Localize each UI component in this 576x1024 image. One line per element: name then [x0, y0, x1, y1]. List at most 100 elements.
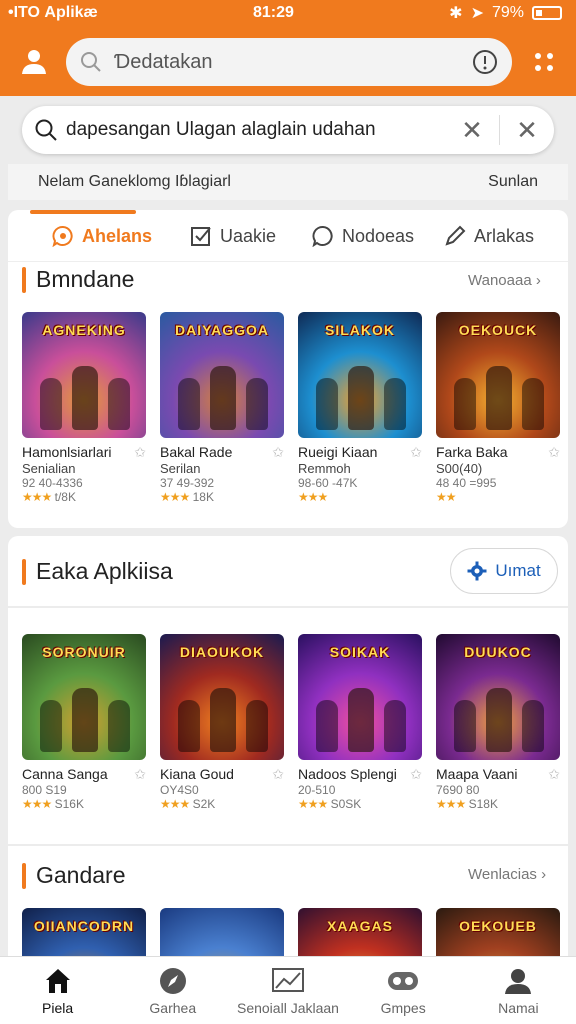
favorite-icon[interactable]: ✩: [410, 444, 422, 461]
app-tile[interactable]: DIAOUKOK Kiana Goud ✩ OY4S0 ★★★ S2K: [160, 634, 284, 811]
art-title: DUUKOC: [464, 644, 532, 660]
app-tile[interactable]: AGNEKING Hamonlsiarlari ✩ Senialian 92 40…: [22, 312, 146, 504]
art-figure: [178, 378, 200, 430]
app-artwork: AGNEKING: [22, 312, 146, 438]
suggestion-text[interactable]: Nelam Ganeklomg Iɓlagiarl: [38, 173, 231, 191]
app-rating: ★★: [436, 490, 560, 504]
tab-uaakie[interactable]: Uaakie: [190, 210, 276, 262]
clear-icon[interactable]: ✕: [457, 115, 487, 145]
app-name-row: Kiana Goud ✩: [160, 766, 284, 783]
favorite-icon[interactable]: ✩: [410, 766, 422, 783]
art-figure: [348, 366, 374, 430]
art-figure: [178, 700, 200, 752]
app-meta: 7690 80: [436, 783, 480, 797]
battery-icon: [532, 6, 562, 20]
app-name-row: Bakal Rade ✩: [160, 444, 284, 461]
section-header-card: Eaka Aplkiisa Uımat: [8, 536, 568, 606]
app-tile[interactable]: SOIKAK Nadoos Splengi ✩ 20-510 ★★★ S0SK: [298, 634, 422, 811]
art-figure: [522, 378, 544, 430]
user-button[interactable]: [16, 44, 52, 80]
art-figure: [72, 688, 98, 752]
app-rating: ★★★ S16K: [22, 797, 146, 811]
app-name: Canna Sanga: [22, 766, 108, 782]
app-artwork: SILAKOK: [298, 312, 422, 438]
nav-gmpes[interactable]: Gmpes: [346, 957, 461, 1024]
app-search-bar[interactable]: Ɗedatakan: [66, 38, 512, 86]
pencil-icon: [445, 225, 466, 246]
app-tile[interactable]: OEKOUCK Farka Baka ✩ S00(40) 48 40 =995 ★…: [436, 312, 560, 504]
tab-arlakas[interactable]: Arlakas: [444, 210, 534, 262]
app-tile[interactable]: DAIYAGGOA Bakal Rade ✩ Serilan 37 49-392 …: [160, 312, 284, 504]
art-figure: [210, 366, 236, 430]
see-all-link[interactable]: Wanoaaa ›: [468, 272, 541, 289]
app-tile[interactable]: SORONUIR Canna Sanga ✩ 800 S19 ★★★ S16K: [22, 634, 146, 811]
app-name-row: Farka Baka ✩: [436, 444, 560, 461]
app-tile[interactable]: OEKOUEB: [436, 908, 560, 956]
alert-circle-icon[interactable]: [472, 49, 498, 75]
nav-garhea[interactable]: Garhea: [115, 957, 230, 1024]
app-artwork: DIAOUKOK: [160, 634, 284, 760]
search-input[interactable]: dapesangan Ulagan alaglain udahan ✕ ✕: [22, 106, 554, 154]
app-rating: ★★★ 18K: [160, 490, 284, 504]
user-icon: [22, 50, 46, 74]
home-icon: [45, 969, 70, 993]
app-tile[interactable]: OIIANCODRN: [22, 908, 146, 956]
app-rating: ★★★ S0SK: [298, 797, 422, 811]
app-tile[interactable]: XAAGAS: [298, 908, 422, 956]
rating-stars: ★★★: [22, 797, 52, 811]
app-meta: 800 S19: [22, 783, 67, 797]
see-all-link[interactable]: Wenlacias ›: [468, 866, 546, 883]
rating-stars: ★★★: [22, 490, 52, 504]
app-tile[interactable]: [160, 908, 284, 956]
section-accent-bar: [22, 266, 26, 293]
nav-label: Senoiall Jaklaan: [236, 1000, 339, 1016]
rating-stars: ★★: [436, 490, 456, 504]
app-tile[interactable]: DUUKOC Maapa Vaani ✩ 7690 80 ★★★ S18K: [436, 634, 560, 811]
art-figure: [454, 700, 476, 752]
section-title-text: Gandare: [36, 862, 126, 888]
image-frame-icon: [271, 968, 304, 992]
gamepad-icon: [388, 972, 419, 990]
art-figure: [348, 688, 374, 752]
nav-senoiall[interactable]: Senoiall Jaklaan: [230, 957, 345, 1024]
tab-nodoeas[interactable]: Nodoeas: [312, 210, 414, 262]
favorite-icon[interactable]: ✩: [272, 444, 284, 461]
rating-stars: ★★★: [160, 797, 190, 811]
app-name-row: Hamonlsiarlari ✩: [22, 444, 146, 461]
favorite-icon[interactable]: ✩: [272, 766, 284, 783]
favorite-icon[interactable]: ✩: [548, 766, 560, 783]
favorite-icon[interactable]: ✩: [548, 444, 560, 461]
art-title: DIAOUKOK: [179, 644, 265, 660]
section-title: Gandare: [22, 862, 126, 889]
status-bar: •ΙΤΟ Aplikæ 81:29 ✱ ➤ 79%: [0, 0, 576, 26]
suggestion-action[interactable]: Sunlan: [488, 173, 538, 191]
tab-label: Nodoeas: [342, 225, 415, 246]
art-figure: [316, 378, 338, 430]
nav-profile[interactable]: Namai: [461, 957, 576, 1024]
art-figure: [210, 688, 236, 752]
nav-home[interactable]: Piela: [0, 957, 115, 1024]
app-name: Bakal Rade: [160, 444, 233, 460]
favorite-icon[interactable]: ✩: [134, 766, 146, 783]
chat-icon: [52, 226, 73, 247]
chat-bubble-icon: [312, 226, 333, 247]
app-search-placeholder: Ɗedatakan: [114, 50, 213, 73]
favorite-icon[interactable]: ✩: [134, 444, 146, 461]
app-meta: 98-60 -47K: [298, 476, 358, 490]
lihat-button[interactable]: Uımat: [450, 548, 558, 594]
rating-count: S18K: [468, 797, 498, 811]
close-icon[interactable]: ✕: [512, 115, 542, 145]
art-figure: [486, 688, 512, 752]
more-menu-icon[interactable]: [530, 48, 558, 76]
app-meta: 37 49-392: [160, 476, 215, 490]
app-name-row: Maapa Vaani ✩: [436, 766, 560, 783]
search-icon: [81, 52, 101, 72]
app-tile[interactable]: SILAKOK Rueigi Kiaan ✩ Remmoh 98-60 -47K …: [298, 312, 422, 504]
suggestion-row: Nelam Ganeklomg Iɓlagiarl Sunlan: [8, 164, 568, 200]
art-figure: [40, 378, 62, 430]
app-artwork: XAAGAS: [298, 908, 422, 956]
rating-stars: ★★★: [160, 490, 190, 504]
tab-ahelans[interactable]: Ahelans: [52, 210, 152, 262]
status-icons: ✱ ➤ 79%: [449, 3, 562, 23]
art-figure: [40, 700, 62, 752]
